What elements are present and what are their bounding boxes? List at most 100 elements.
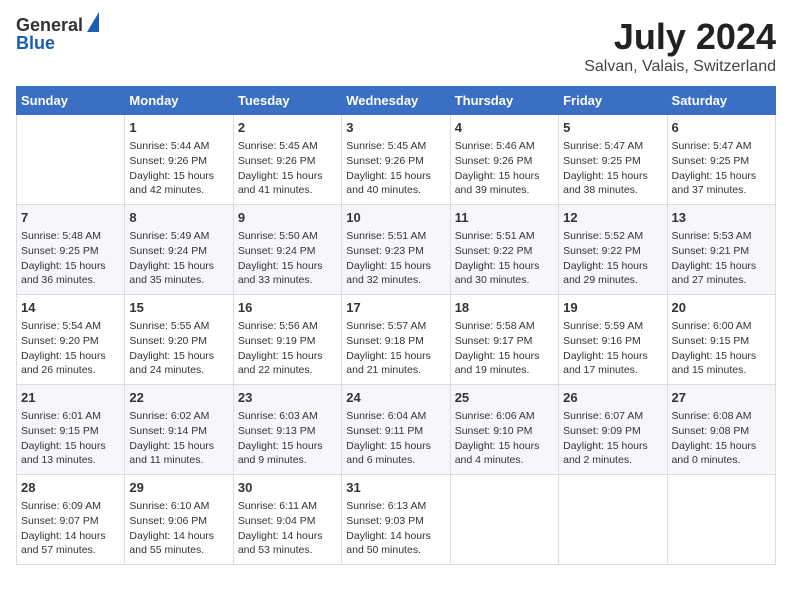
sunset-text: Sunset: 9:26 PM xyxy=(346,154,445,169)
table-row: 14Sunrise: 5:54 AMSunset: 9:20 PMDayligh… xyxy=(17,295,125,385)
table-row: 12Sunrise: 5:52 AMSunset: 9:22 PMDayligh… xyxy=(559,205,667,295)
sunrise-text: Sunrise: 5:56 AM xyxy=(238,319,337,334)
day-number: 25 xyxy=(455,389,554,407)
table-row: 26Sunrise: 6:07 AMSunset: 9:09 PMDayligh… xyxy=(559,385,667,475)
daylight-text: Daylight: 15 hours and 38 minutes. xyxy=(563,169,662,198)
day-number: 15 xyxy=(129,299,228,317)
daylight-text: Daylight: 14 hours and 50 minutes. xyxy=(346,529,445,558)
col-friday: Friday xyxy=(559,87,667,115)
sunrise-text: Sunrise: 5:51 AM xyxy=(455,229,554,244)
daylight-text: Daylight: 15 hours and 39 minutes. xyxy=(455,169,554,198)
sunrise-text: Sunrise: 6:00 AM xyxy=(672,319,771,334)
sunrise-text: Sunrise: 5:59 AM xyxy=(563,319,662,334)
table-row: 22Sunrise: 6:02 AMSunset: 9:14 PMDayligh… xyxy=(125,385,233,475)
daylight-text: Daylight: 15 hours and 36 minutes. xyxy=(21,259,120,288)
daylight-text: Daylight: 15 hours and 13 minutes. xyxy=(21,439,120,468)
daylight-text: Daylight: 15 hours and 22 minutes. xyxy=(238,349,337,378)
day-number: 28 xyxy=(21,479,120,497)
calendar-week-row: 1Sunrise: 5:44 AMSunset: 9:26 PMDaylight… xyxy=(17,115,776,205)
sunrise-text: Sunrise: 5:54 AM xyxy=(21,319,120,334)
day-number: 24 xyxy=(346,389,445,407)
daylight-text: Daylight: 15 hours and 17 minutes. xyxy=(563,349,662,378)
day-number: 17 xyxy=(346,299,445,317)
daylight-text: Daylight: 15 hours and 0 minutes. xyxy=(672,439,771,468)
sunrise-text: Sunrise: 5:47 AM xyxy=(563,139,662,154)
sunrise-text: Sunrise: 5:57 AM xyxy=(346,319,445,334)
sunset-text: Sunset: 9:13 PM xyxy=(238,424,337,439)
table-row: 27Sunrise: 6:08 AMSunset: 9:08 PMDayligh… xyxy=(667,385,775,475)
table-row xyxy=(17,115,125,205)
day-number: 12 xyxy=(563,209,662,227)
table-row: 24Sunrise: 6:04 AMSunset: 9:11 PMDayligh… xyxy=(342,385,450,475)
sunrise-text: Sunrise: 5:52 AM xyxy=(563,229,662,244)
daylight-text: Daylight: 15 hours and 42 minutes. xyxy=(129,169,228,198)
sunset-text: Sunset: 9:15 PM xyxy=(21,424,120,439)
sunrise-text: Sunrise: 6:13 AM xyxy=(346,499,445,514)
table-row: 8Sunrise: 5:49 AMSunset: 9:24 PMDaylight… xyxy=(125,205,233,295)
day-number: 18 xyxy=(455,299,554,317)
day-number: 1 xyxy=(129,119,228,137)
table-row: 17Sunrise: 5:57 AMSunset: 9:18 PMDayligh… xyxy=(342,295,450,385)
calendar-location: Salvan, Valais, Switzerland xyxy=(584,58,776,76)
daylight-text: Daylight: 15 hours and 21 minutes. xyxy=(346,349,445,378)
daylight-text: Daylight: 15 hours and 26 minutes. xyxy=(21,349,120,378)
sunset-text: Sunset: 9:26 PM xyxy=(238,154,337,169)
table-row: 6Sunrise: 5:47 AMSunset: 9:25 PMDaylight… xyxy=(667,115,775,205)
day-number: 5 xyxy=(563,119,662,137)
daylight-text: Daylight: 15 hours and 11 minutes. xyxy=(129,439,228,468)
sunrise-text: Sunrise: 5:48 AM xyxy=(21,229,120,244)
page-header: General Blue July 2024 Salvan, Valais, S… xyxy=(16,16,776,76)
day-number: 10 xyxy=(346,209,445,227)
table-row: 5Sunrise: 5:47 AMSunset: 9:25 PMDaylight… xyxy=(559,115,667,205)
sunset-text: Sunset: 9:21 PM xyxy=(672,244,771,259)
daylight-text: Daylight: 14 hours and 55 minutes. xyxy=(129,529,228,558)
sunrise-text: Sunrise: 6:08 AM xyxy=(672,409,771,424)
sunset-text: Sunset: 9:24 PM xyxy=(238,244,337,259)
day-number: 4 xyxy=(455,119,554,137)
table-row: 25Sunrise: 6:06 AMSunset: 9:10 PMDayligh… xyxy=(450,385,558,475)
calendar-week-row: 14Sunrise: 5:54 AMSunset: 9:20 PMDayligh… xyxy=(17,295,776,385)
table-row: 30Sunrise: 6:11 AMSunset: 9:04 PMDayligh… xyxy=(233,475,341,565)
day-number: 20 xyxy=(672,299,771,317)
day-number: 27 xyxy=(672,389,771,407)
sunrise-text: Sunrise: 5:49 AM xyxy=(129,229,228,244)
day-number: 6 xyxy=(672,119,771,137)
sunset-text: Sunset: 9:15 PM xyxy=(672,334,771,349)
day-number: 11 xyxy=(455,209,554,227)
daylight-text: Daylight: 15 hours and 32 minutes. xyxy=(346,259,445,288)
sunset-text: Sunset: 9:24 PM xyxy=(129,244,228,259)
table-row: 21 Sunrise: 6:01 AMSunset: 9:15 PMDayligh… xyxy=(17,385,125,475)
daylight-text: Daylight: 15 hours and 29 minutes. xyxy=(563,259,662,288)
day-number: 21 xyxy=(21,389,120,407)
table-row: 20Sunrise: 6:00 AMSunset: 9:15 PMDayligh… xyxy=(667,295,775,385)
col-sunday: Sunday xyxy=(17,87,125,115)
table-row xyxy=(559,475,667,565)
col-wednesday: Wednesday xyxy=(342,87,450,115)
col-tuesday: Tuesday xyxy=(233,87,341,115)
col-monday: Monday xyxy=(125,87,233,115)
sunrise-text: Sunrise: 5:50 AM xyxy=(238,229,337,244)
table-row: 3Sunrise: 5:45 AMSunset: 9:26 PMDaylight… xyxy=(342,115,450,205)
table-row: 16Sunrise: 5:56 AMSunset: 9:19 PMDayligh… xyxy=(233,295,341,385)
sunset-text: Sunset: 9:03 PM xyxy=(346,514,445,529)
day-number: 3 xyxy=(346,119,445,137)
sunrise-text: Sunrise: 6:01 AM xyxy=(21,409,120,424)
sunrise-text: Sunrise: 5:47 AM xyxy=(672,139,771,154)
sunset-text: Sunset: 9:22 PM xyxy=(455,244,554,259)
daylight-text: Daylight: 15 hours and 40 minutes. xyxy=(346,169,445,198)
table-row: 18Sunrise: 5:58 AMSunset: 9:17 PMDayligh… xyxy=(450,295,558,385)
calendar-header-row: Sunday Monday Tuesday Wednesday Thursday… xyxy=(17,87,776,115)
sunrise-text: Sunrise: 5:45 AM xyxy=(238,139,337,154)
day-number: 30 xyxy=(238,479,337,497)
table-row: 7Sunrise: 5:48 AMSunset: 9:25 PMDaylight… xyxy=(17,205,125,295)
sunrise-text: Sunrise: 6:10 AM xyxy=(129,499,228,514)
daylight-text: Daylight: 15 hours and 4 minutes. xyxy=(455,439,554,468)
sunset-text: Sunset: 9:04 PM xyxy=(238,514,337,529)
sunset-text: Sunset: 9:26 PM xyxy=(129,154,228,169)
day-number: 13 xyxy=(672,209,771,227)
calendar-week-row: 28Sunrise: 6:09 AMSunset: 9:07 PMDayligh… xyxy=(17,475,776,565)
sunset-text: Sunset: 9:07 PM xyxy=(21,514,120,529)
table-row xyxy=(667,475,775,565)
daylight-text: Daylight: 15 hours and 33 minutes. xyxy=(238,259,337,288)
sunset-text: Sunset: 9:17 PM xyxy=(455,334,554,349)
